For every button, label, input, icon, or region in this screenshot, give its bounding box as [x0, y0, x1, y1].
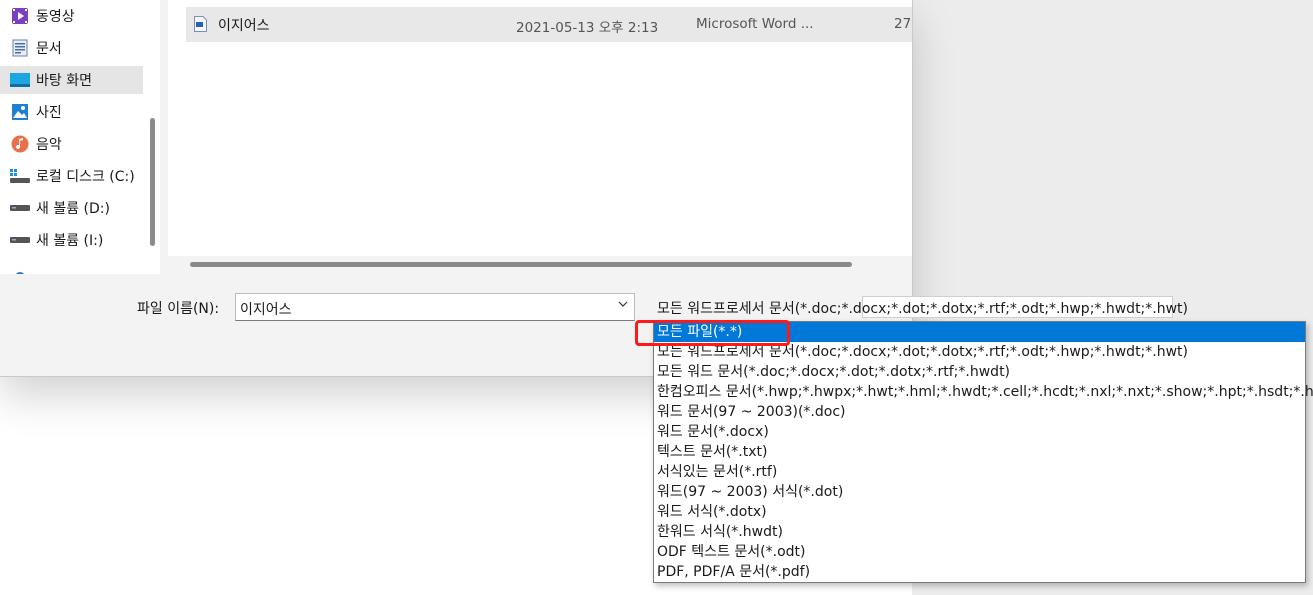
word-document-icon — [194, 16, 207, 32]
filetype-option[interactable]: 워드(97 ~ 2003) 서식(*.dot) — [654, 482, 1305, 502]
nav-item-label: 사진 — [36, 105, 62, 121]
filetype-option[interactable]: 텍스트 문서(*.txt) — [654, 442, 1305, 462]
filetype-option[interactable]: PDF, PDF/A 문서(*.pdf) — [654, 562, 1305, 582]
file-name: 이지어스 — [218, 18, 270, 34]
filetype-option[interactable]: 워드 문서(*.docx) — [654, 422, 1305, 442]
filetype-select[interactable]: 모든 워드프로세서 문서(*.doc;*.docx;*.dot;*.dotx;*… — [653, 293, 1188, 321]
filename-label: 파일 이름(N): — [137, 301, 220, 317]
nav-item-music[interactable]: 음악 — [0, 130, 143, 158]
network-icon — [10, 262, 30, 274]
video-icon — [10, 6, 30, 26]
nav-item-pictures[interactable]: 사진 — [0, 98, 143, 126]
pictures-icon — [10, 102, 30, 122]
filename-value: 이지어스 — [240, 302, 292, 318]
file-date: 2021-05-13 오후 2:13 — [516, 20, 659, 36]
nav-item-volume-d[interactable]: 새 볼륨 (D:) — [0, 194, 143, 222]
filetype-option[interactable]: 워드 문서(97 ~ 2003)(*.doc) — [654, 402, 1305, 422]
file-type: Microsoft Word ... — [696, 16, 814, 32]
nav-scrollbar[interactable] — [150, 118, 155, 246]
horizontal-scrollbar — [168, 256, 912, 274]
nav-item-label: 새 볼륨 (I:) — [36, 233, 104, 249]
nav-item-label: 로컬 디스크 (C:) — [36, 169, 135, 185]
filetype-option[interactable]: 한컴오피스 문서(*.hwp;*.hwpx;*.hwt;*.hml;*.hwdt… — [654, 382, 1313, 402]
filetype-selected-value: 모든 워드프로세서 문서(*.doc;*.docx;*.dot;*.dotx;*… — [657, 301, 1188, 317]
nav-item-label: 동영상 — [36, 9, 75, 25]
nav-item-local-disk-c[interactable]: 로컬 디스크 (C:) — [0, 162, 143, 190]
file-size: 27 — [894, 16, 912, 32]
nav-item-documents[interactable]: 문서 — [0, 34, 143, 62]
nav-item-label: 문서 — [36, 41, 62, 57]
filetype-option[interactable]: 한워드 서식(*.hwdt) — [654, 522, 1305, 542]
nav-item-label: 바탕 화면 — [36, 73, 92, 89]
drive-icon — [10, 198, 30, 218]
document-icon — [10, 38, 30, 58]
nav-item-network[interactable] — [0, 258, 143, 274]
chevron-down-icon[interactable] — [618, 298, 628, 312]
file-list: 이지어스 2021-05-13 오후 2:13 Microsoft Word .… — [168, 0, 912, 256]
desktop-icon — [10, 70, 30, 90]
nav-item-videos[interactable]: 동영상 — [0, 2, 143, 30]
music-icon — [10, 134, 30, 154]
filetype-dropdown: 모든 파일(*.*) 모든 워드프로세서 문서(*.doc;*.docx;*.d… — [653, 321, 1313, 583]
nav-item-label: 음악 — [36, 137, 62, 153]
filetype-option[interactable]: 서식있는 문서(*.rtf) — [654, 462, 1305, 482]
nav-item-desktop[interactable]: 바탕 화면 — [0, 66, 143, 94]
annotation-highlight-box — [635, 320, 790, 346]
file-row[interactable]: 이지어스 2021-05-13 오후 2:13 Microsoft Word .… — [186, 7, 912, 42]
filetype-option[interactable]: 워드 서식(*.dotx) — [654, 502, 1305, 522]
horizontal-scrollbar-thumb[interactable] — [190, 262, 852, 267]
drive-icon — [10, 230, 30, 250]
nav-item-label: 새 볼륨 (D:) — [36, 201, 110, 217]
filetype-option[interactable]: 모든 워드 문서(*.doc;*.docx;*.dot;*.dotx;*.rtf… — [654, 362, 1305, 382]
filename-input[interactable]: 이지어스 — [235, 293, 635, 321]
navigation-pane: 동영상 문서 바탕 화면 사진 음악 로컬 디스크 (C:) 새 볼륨 (D:)… — [0, 0, 160, 274]
drive-icon — [10, 166, 30, 186]
filetype-option[interactable]: ODF 텍스트 문서(*.odt) — [654, 542, 1305, 562]
nav-item-volume-i[interactable]: 새 볼륨 (I:) — [0, 226, 143, 254]
